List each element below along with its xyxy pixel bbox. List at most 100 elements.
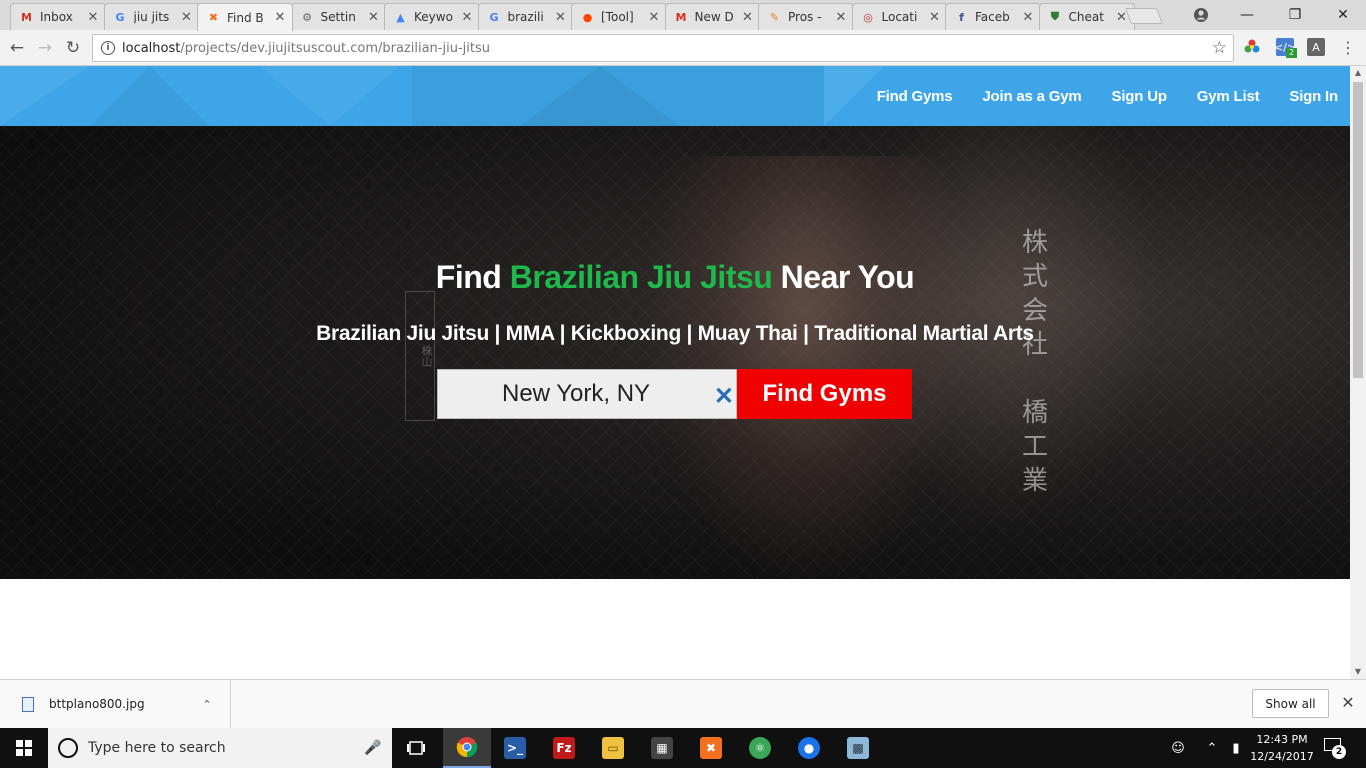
browser-tab[interactable]: Gjiu jits ✕ <box>103 3 200 30</box>
clock-time: 12:43 PM <box>1256 733 1308 746</box>
nav-sign-in[interactable]: Sign In <box>1289 88 1338 105</box>
browser-tab[interactable]: ◎ Locati ✕ <box>851 3 948 30</box>
tab-close-icon[interactable]: ✕ <box>555 10 567 25</box>
xampp-taskbar-icon[interactable]: ✖ <box>687 728 735 768</box>
nav-join-as-gym[interactable]: Join as a Gym <box>982 88 1081 105</box>
browser-tab[interactable]: ✎ Pros - ✕ <box>758 3 854 30</box>
tab-label: Faceb <box>975 10 1010 24</box>
powershell-taskbar-icon[interactable]: >_ <box>491 728 539 768</box>
code-extension-icon[interactable]: </> 2 <box>1274 38 1297 58</box>
clear-search-icon[interactable]: ✕ <box>714 382 734 411</box>
restore-icon[interactable]: ❐ <box>1272 0 1318 30</box>
tab-label: Cheat <box>1068 10 1104 24</box>
nav-gym-list[interactable]: Gym List <box>1197 88 1260 105</box>
maps-taskbar-icon[interactable]: ● <box>785 728 833 768</box>
back-icon[interactable]: ← <box>6 37 28 59</box>
google-icon: G <box>115 10 125 24</box>
site-navbar: Find Gyms Join as a Gym Sign Up Gym List… <box>0 66 1350 126</box>
app-taskbar-icon[interactable]: ▩ <box>834 728 882 768</box>
browser-tab[interactable]: ▲ Keywo ✕ <box>384 3 480 30</box>
browser-tab[interactable]: M New D ✕ <box>664 3 761 30</box>
browser-tab[interactable]: ● [Tool] ✕ <box>571 3 667 30</box>
filezilla-taskbar-icon[interactable]: Fz <box>540 728 588 768</box>
page-viewport: Find Gyms Join as a Gym Sign Up Gym List… <box>0 66 1350 679</box>
url-host: localhost <box>122 40 181 56</box>
pin-icon: ✎ <box>769 10 780 24</box>
clock-date: 12/24/2017 <box>1250 750 1314 763</box>
tab-close-icon[interactable]: ✕ <box>929 10 941 25</box>
tab-close-icon[interactable]: ✕ <box>742 10 754 25</box>
nav-sign-up[interactable]: Sign Up <box>1112 88 1167 105</box>
shield-icon: ⛊ <box>1050 10 1060 23</box>
find-gyms-button[interactable]: Find Gyms <box>737 369 912 419</box>
page-scrollbar[interactable]: ▲ ▼ <box>1350 66 1366 679</box>
scrollbar-thumb[interactable] <box>1353 82 1363 378</box>
atom-taskbar-icon[interactable]: ⚛ <box>736 728 784 768</box>
reload-icon[interactable]: ↻ <box>62 37 84 59</box>
tray-chevron-icon[interactable]: ⌃ <box>1202 728 1222 768</box>
scroll-down-icon[interactable]: ▼ <box>1350 665 1366 679</box>
url-path: /projects/dev.jiujitsuscout.com/brazilia… <box>180 40 490 56</box>
location-search-input[interactable]: New York, NY ✕ <box>437 369 737 419</box>
action-center-icon[interactable]: 2 <box>1322 736 1348 760</box>
tab-close-icon[interactable]: ✕ <box>835 10 847 25</box>
taskbar-search-placeholder: Type here to search <box>88 740 226 756</box>
info-icon[interactable]: i <box>101 41 115 55</box>
bookmark-star-icon[interactable]: ☆ <box>1212 38 1227 58</box>
forward-icon[interactable]: → <box>34 37 56 59</box>
chevron-up-icon[interactable]: ⌃ <box>196 698 218 711</box>
scroll-up-icon[interactable]: ▲ <box>1350 66 1366 80</box>
browser-tab[interactable]: ⚙ Settin ✕ <box>290 3 387 30</box>
microphone-icon[interactable]: 🎤 <box>362 740 384 756</box>
tab-label: Keywo <box>414 10 453 24</box>
browser-tab[interactable]: ✖ Find B ✕ <box>197 3 293 31</box>
xampp-icon: ✖ <box>208 11 219 24</box>
tab-label: Settin <box>320 10 356 24</box>
profile-icon[interactable] <box>1178 0 1224 30</box>
tab-close-icon[interactable]: ✕ <box>87 10 99 25</box>
hero-title-post: Near You <box>772 259 915 295</box>
start-button[interactable] <box>0 728 48 768</box>
browser-tab[interactable]: Gbrazili ✕ <box>477 3 574 30</box>
browser-tab[interactable]: ⛊ Cheat ✕ <box>1038 3 1135 30</box>
file-explorer-taskbar-icon[interactable]: ▭ <box>589 728 637 768</box>
color-extension-icon[interactable] <box>1243 38 1261 56</box>
tab-close-icon[interactable]: ✕ <box>648 10 660 25</box>
browser-tab[interactable]: M Inbox ✕ <box>10 3 106 30</box>
site-nav-links: Find Gyms Join as a Gym Sign Up Gym List… <box>847 66 1339 126</box>
tab-label: Pros - <box>788 10 822 24</box>
tab-close-icon[interactable]: ✕ <box>181 10 193 25</box>
address-bar[interactable]: i localhost/projects/dev.jiujitsuscout.c… <box>92 34 1234 62</box>
people-icon[interactable]: ☺ <box>1166 728 1190 768</box>
tab-close-icon[interactable]: ✕ <box>274 10 286 25</box>
image-file-icon <box>22 696 34 712</box>
tab-close-icon[interactable]: ✕ <box>368 10 380 25</box>
menu-icon[interactable]: ⋮ <box>1340 38 1356 58</box>
taskbar-clock[interactable]: 12:43 PM 12/24/2017 <box>1246 731 1318 765</box>
window-close-icon[interactable]: ✕ <box>1320 0 1366 30</box>
task-view-icon[interactable] <box>392 728 440 768</box>
windows-taskbar: Type here to search 🎤 >_ Fz ▭ ▦ ✖ ⚛ ● ▩ … <box>0 728 1366 768</box>
gmail-icon: M <box>675 10 687 24</box>
calculator-taskbar-icon[interactable]: ▦ <box>638 728 686 768</box>
new-tab-button[interactable] <box>1125 8 1163 24</box>
chrome-taskbar-icon[interactable] <box>443 728 491 768</box>
tab-close-icon[interactable]: ✕ <box>461 10 473 25</box>
close-shelf-icon[interactable]: ✕ <box>1338 693 1358 712</box>
download-item[interactable]: bttplano800.jpg ⌃ <box>0 680 231 728</box>
show-all-button[interactable]: Show all <box>1252 689 1329 718</box>
location-value: New York, NY <box>502 380 651 407</box>
minimize-icon[interactable]: — <box>1224 0 1270 30</box>
tab-close-icon[interactable]: ✕ <box>1022 10 1034 25</box>
battery-icon[interactable]: ▮ <box>1226 728 1246 768</box>
google-icon: G <box>489 10 499 24</box>
nav-find-gyms[interactable]: Find Gyms <box>877 88 953 105</box>
browser-toolbar: ← → ↻ i localhost/projects/dev.jiujitsus… <box>0 30 1366 66</box>
tab-label: Inbox <box>40 10 73 24</box>
tab-label: New D <box>694 10 734 24</box>
side-banner: 株山 <box>405 291 435 421</box>
font-extension-icon[interactable]: A <box>1307 38 1325 56</box>
hero-title: Find Brazilian Jiu Jitsu Near You <box>0 259 1350 296</box>
taskbar-search-box[interactable]: Type here to search 🎤 <box>48 728 392 768</box>
browser-tab[interactable]: f Faceb ✕ <box>945 3 1041 30</box>
